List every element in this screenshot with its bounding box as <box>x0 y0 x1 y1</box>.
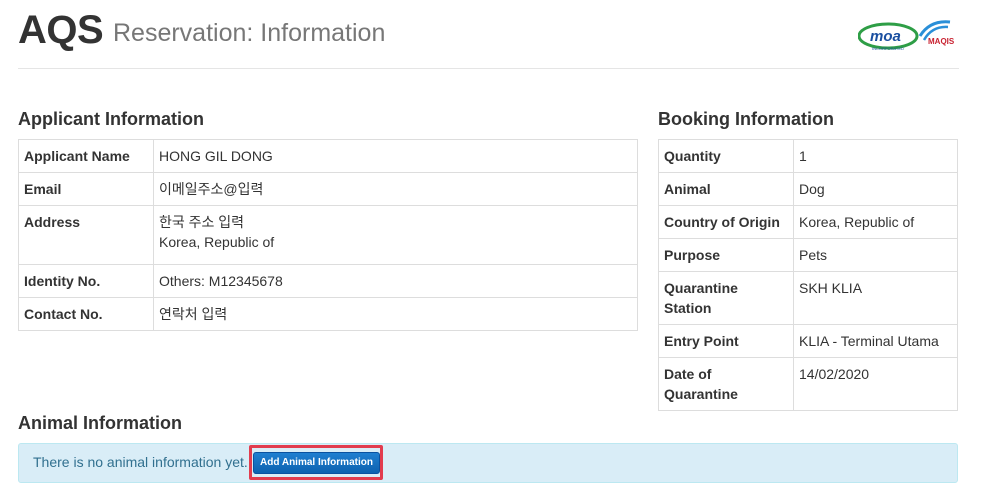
animal-section-title: Animal Information <box>18 413 183 433</box>
no-animal-alert: There is no animal information yet. Add … <box>18 443 958 483</box>
quarantine-station-label-line-2: Station <box>664 300 712 316</box>
animal-label: Animal <box>658 172 794 206</box>
address-value: 한국 주소 입력 Korea, Republic of <box>153 205 638 265</box>
logo-maqis-text: MAQIS <box>928 37 955 46</box>
purpose-label: Purpose <box>658 238 794 272</box>
table-row: Email 이메일주소@입력 <box>18 172 638 206</box>
quarantine-date-label-line-2: Quarantine <box>664 386 738 402</box>
address-line-2: Korea, Republic of <box>159 234 275 250</box>
brand-title: AQS <box>18 8 104 52</box>
applicant-table: Applicant Name HONG GIL DONG Email 이메일주소… <box>18 139 638 331</box>
logo-moa-text: moa <box>870 28 901 45</box>
table-row: Country of Origin Korea, Republic of <box>658 205 958 239</box>
quarantine-date-label: Date of Quarantine <box>658 357 794 411</box>
animal-value: Dog <box>793 172 958 206</box>
applicant-name-label: Applicant Name <box>18 139 154 173</box>
table-row: Contact No. 연락처 입력 <box>18 297 638 331</box>
quantity-value: 1 <box>793 139 958 173</box>
country-origin-label: Country of Origin <box>658 205 794 239</box>
add-animal-button[interactable]: Add Animal Information <box>253 452 380 474</box>
country-origin-value: Korea, Republic of <box>793 205 958 239</box>
email-label: Email <box>18 172 154 206</box>
table-row: Quantity 1 <box>658 139 958 173</box>
table-row: Address 한국 주소 입력 Korea, Republic of <box>18 205 638 265</box>
table-row: Purpose Pets <box>658 238 958 272</box>
table-row: Entry Point KLIA - Terminal Utama <box>658 324 958 358</box>
quarantine-station-value: SKH KLIA <box>793 271 958 325</box>
no-animal-message: There is no animal information yet. <box>33 454 248 470</box>
booking-section-title: Booking Information <box>658 109 834 129</box>
booking-table: Quantity 1 Animal Dog Country of Origin … <box>658 139 958 411</box>
table-row: Date of Quarantine 14/02/2020 <box>658 357 958 411</box>
table-row: Identity No. Others: M12345678 <box>18 264 638 298</box>
quarantine-date-label-line-1: Date of <box>664 366 712 382</box>
entry-point-label: Entry Point <box>658 324 794 358</box>
page-subtitle: Reservation: Information <box>113 19 386 47</box>
quarantine-station-label: Quarantine Station <box>658 271 794 325</box>
email-value: 이메일주소@입력 <box>153 172 638 206</box>
purpose-value: Pets <box>793 238 958 272</box>
entry-point-value: KLIA - Terminal Utama <box>793 324 958 358</box>
quarantine-date-value: 14/02/2020 <box>793 357 958 411</box>
contact-value: 연락처 입력 <box>153 297 638 331</box>
contact-label: Contact No. <box>18 297 154 331</box>
address-label: Address <box>18 205 154 265</box>
logo-incorporated-text: INCORPORATED <box>872 46 904 51</box>
quarantine-station-label-line-1: Quarantine <box>664 280 738 296</box>
applicant-section-title: Applicant Information <box>18 109 204 129</box>
address-line-1: 한국 주소 입력 <box>159 214 245 230</box>
page-header: AQS Reservation: Information moa INCORPO… <box>18 0 959 69</box>
identity-value: Others: M12345678 <box>153 264 638 298</box>
maqis-logo: moa INCORPORATED MAQIS <box>858 20 955 51</box>
applicant-name-value: HONG GIL DONG <box>153 139 638 173</box>
table-row: Quarantine Station SKH KLIA <box>658 271 958 325</box>
table-row: Animal Dog <box>658 172 958 206</box>
table-row: Applicant Name HONG GIL DONG <box>18 139 638 173</box>
quantity-label: Quantity <box>658 139 794 173</box>
identity-label: Identity No. <box>18 264 154 298</box>
